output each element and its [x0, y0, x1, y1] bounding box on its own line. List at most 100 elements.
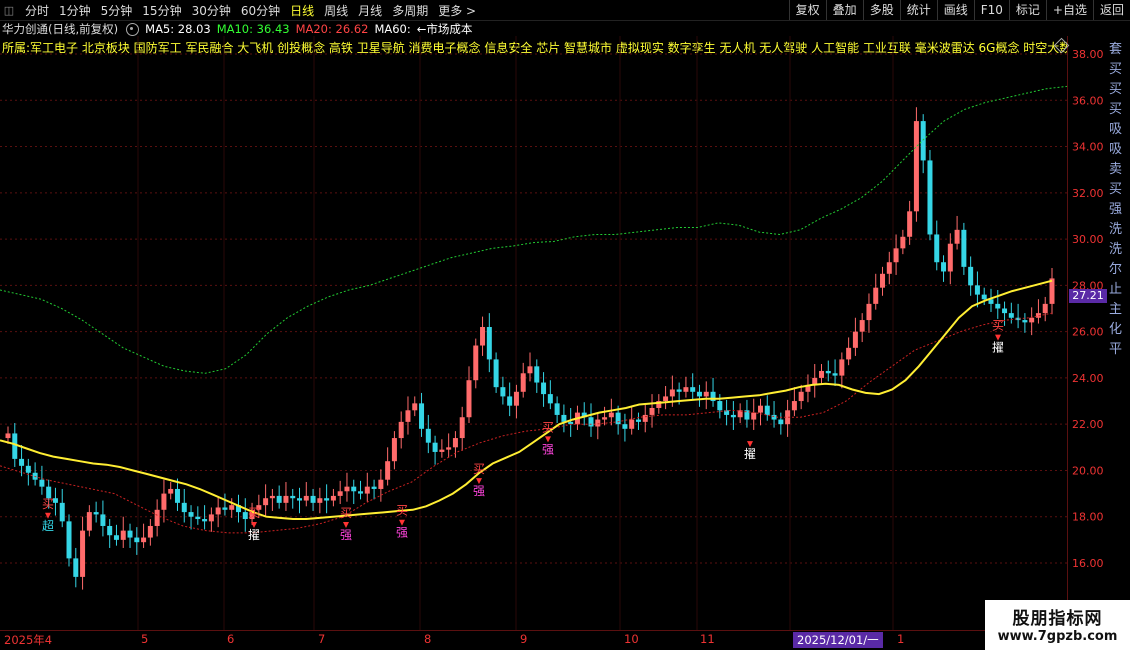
tool-button-1[interactable]: 叠加	[825, 0, 863, 20]
candle-body-134	[913, 121, 919, 212]
candle-body-10	[73, 558, 79, 577]
tab-3[interactable]: 15分钟	[137, 2, 186, 19]
candle-body-18	[127, 530, 133, 538]
candle-body-87	[595, 419, 601, 427]
signal-buy-0: 买	[42, 497, 54, 511]
candle-body-97	[663, 396, 669, 402]
candle-body-51	[351, 486, 357, 492]
y-tick-10: 36.00	[1072, 94, 1104, 107]
candle-body-9	[66, 521, 72, 559]
tab-2[interactable]: 5分钟	[96, 2, 138, 19]
candle-body-26	[181, 502, 187, 513]
candle-body-154	[1049, 278, 1055, 304]
tool-button-2[interactable]: 多股	[862, 0, 900, 20]
top-toolbar: ◫ 分时 1分钟 5分钟 15分钟 30分钟 60分钟 日线 周线 月线 多周期 更多 > 复权 叠加…	[0, 0, 1130, 21]
candle-body-98	[669, 389, 675, 397]
candle-body-21	[147, 525, 153, 538]
candle-body-95	[649, 407, 655, 415]
candle-body-78	[534, 366, 540, 383]
candle-body-135	[920, 121, 926, 161]
tool-button-4[interactable]: 画线	[936, 0, 974, 20]
candle-body-146	[995, 303, 1001, 309]
candle-body-0	[5, 433, 11, 439]
kline-chart[interactable]: 16.0018.0020.0022.0024.0026.0028.0030.00…	[0, 36, 1130, 632]
candle-body-76	[520, 373, 526, 392]
candle-body-113	[771, 414, 777, 420]
candle-body-32	[222, 507, 228, 510]
tab-10[interactable]: 更多 >	[433, 2, 481, 19]
candle-body-91	[622, 424, 628, 429]
candle-body-144	[981, 294, 987, 300]
candle-body-39	[269, 495, 275, 499]
candle-body-56	[385, 461, 391, 480]
signal-buy-2: 买	[340, 506, 352, 520]
tool-button-8[interactable]: 返回	[1092, 0, 1130, 20]
candle-body-101	[690, 387, 696, 392]
tab-0[interactable]: 分时	[20, 2, 54, 19]
candle-body-68	[466, 380, 472, 418]
candle-body-58	[398, 421, 404, 439]
candle-body-13	[93, 512, 99, 515]
candle-body-116	[791, 401, 797, 411]
tab-1[interactable]: 1分钟	[54, 2, 96, 19]
x-axis-labels: 2025年4 5 6 7 8 9 10 11 2025/12/01/一 1	[0, 630, 1068, 649]
y-tick-2: 20.00	[1072, 464, 1104, 477]
candle-body-60	[412, 403, 418, 411]
candle-body-65	[446, 447, 452, 450]
candle-body-70	[480, 327, 486, 346]
x-label-0: 2025年4	[4, 633, 53, 647]
x-label-2: 6	[227, 632, 235, 646]
candle-body-30	[208, 514, 214, 522]
candle-body-73	[500, 387, 506, 397]
candle-body-130	[886, 262, 892, 274]
candle-body-15	[107, 525, 113, 536]
candle-body-100	[683, 387, 689, 392]
candle-body-75	[513, 391, 519, 406]
tab-4[interactable]: 30分钟	[187, 2, 236, 19]
pin-icon[interactable]: ◫	[2, 3, 16, 17]
candle-body-40	[276, 495, 282, 503]
candle-body-122	[832, 373, 838, 376]
tool-button-0[interactable]: 复权	[788, 0, 826, 20]
last-price-tag: 27.21	[1069, 289, 1107, 303]
tool-button-6[interactable]: 标记	[1008, 0, 1046, 20]
tab-7[interactable]: 周线	[319, 2, 353, 19]
candle-body-69	[473, 345, 479, 381]
tab-9[interactable]: 多周期	[387, 2, 433, 19]
tab-5[interactable]: 60分钟	[236, 2, 285, 19]
tool-button-3[interactable]: 统计	[899, 0, 937, 20]
candle-body-136	[927, 160, 933, 235]
candle-body-110	[751, 412, 757, 420]
candle-body-123	[839, 359, 845, 376]
tool-buttons: 复权 叠加 多股 统计 画线 F10 标记 +自选 返回	[788, 0, 1130, 20]
candle-body-82	[561, 414, 567, 422]
candle-body-52	[358, 491, 364, 494]
candle-body-53	[364, 486, 370, 494]
tab-6[interactable]: 日线	[285, 2, 319, 19]
y-tick-9: 34.00	[1072, 141, 1104, 154]
candle-body-31	[215, 507, 221, 515]
indicator-info-line: 华力创通(日线,前复权) MA5: 28.03 MA10: 36.43 MA20…	[2, 21, 478, 37]
candle-body-83	[568, 421, 574, 425]
candle-body-48	[330, 495, 336, 501]
candle-body-138	[941, 262, 947, 272]
tool-button-5[interactable]: F10	[973, 0, 1009, 20]
gear-icon[interactable]	[126, 22, 140, 36]
tool-button-7[interactable]: +自选	[1045, 0, 1093, 20]
candle-body-41	[283, 495, 289, 503]
candle-body-102	[696, 391, 702, 397]
tab-8[interactable]: 月线	[353, 2, 387, 19]
candle-body-77	[527, 366, 533, 374]
candle-body-22	[154, 509, 160, 526]
x-label-3: 7	[318, 632, 326, 646]
x-label-6: 10	[624, 632, 639, 646]
candle-body-1	[12, 433, 18, 459]
watermark-title: 股朋指标网	[1012, 609, 1103, 629]
signal-tag-0: 超	[42, 518, 54, 533]
signal-buy-7: 买	[992, 319, 1004, 333]
candle-body-50	[344, 486, 350, 492]
candle-body-121	[825, 370, 831, 374]
candle-body-43	[297, 498, 303, 501]
candle-body-29	[202, 519, 208, 522]
y-tick-5: 26.00	[1072, 326, 1104, 339]
